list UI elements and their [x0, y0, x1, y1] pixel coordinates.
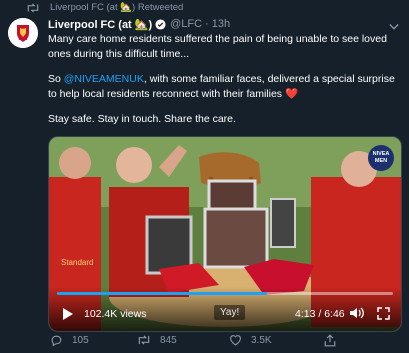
author-avatar[interactable] — [8, 18, 38, 48]
view-count: 102.4K views — [84, 308, 147, 320]
play-icon[interactable] — [62, 307, 74, 326]
badge-line-1: NIVEA — [372, 151, 390, 157]
video-timecode: 4:13 / 6:46 — [295, 308, 345, 320]
like-button[interactable]: 3.5K — [229, 334, 272, 346]
reply-icon — [51, 335, 62, 347]
reply-button[interactable]: 105 — [50, 334, 89, 347]
header-separator: · — [205, 18, 209, 30]
retweet-icon — [138, 335, 150, 345]
tweet-body: Many care home residents suffered the pa… — [48, 32, 402, 137]
like-icon — [230, 335, 241, 346]
tweet-paragraph: Stay safe. Stay in touch. Share the care… — [48, 113, 236, 125]
author-name[interactable]: Liverpool FC (at 🏡) — [48, 18, 152, 31]
mention-link[interactable]: @NIVEAMENUK — [64, 73, 144, 85]
badge-line-2: MEN — [374, 158, 388, 164]
volume-icon[interactable] — [349, 306, 365, 325]
retweet-banner-text: Liverpool FC (at 🏡) Retweeted — [50, 2, 184, 13]
retweet-icon — [26, 3, 40, 16]
tweet-timestamp[interactable]: 13h — [212, 18, 230, 30]
retweet-count: 845 — [160, 334, 177, 346]
like-count: 3.5K — [251, 334, 272, 346]
tweet-paragraph: Many care home residents suffered the pa… — [48, 33, 387, 60]
share-button[interactable] — [324, 334, 336, 347]
nivea-men-logo: NIVEA MEN — [368, 145, 394, 171]
heart-emoji: ❤️ — [284, 88, 299, 100]
fullscreen-icon[interactable] — [377, 307, 390, 325]
author-handle[interactable]: @LFC — [170, 18, 202, 30]
tweet-text-segment: So — [48, 73, 64, 85]
svg-text:Standard: Standard — [61, 258, 93, 267]
progress-bar[interactable] — [57, 292, 393, 295]
share-icon — [324, 334, 336, 347]
tweet-actions: 105 845 3.5K — [48, 334, 402, 350]
tweet-paragraph: So @NIVEAMENUK, with some familiar faces… — [48, 72, 402, 102]
verified-icon — [155, 18, 166, 30]
retweet-banner[interactable]: Liverpool FC (at 🏡) Retweeted — [0, 0, 409, 16]
video-caption: Yay! — [214, 305, 246, 320]
reply-count: 105 — [72, 335, 89, 346]
tweet-header: Liverpool FC (at 🏡) @LFC · 13h — [48, 16, 230, 32]
retweet-button[interactable]: 845 — [137, 334, 177, 346]
video-player[interactable]: Standard NIVEA MEN 102.4K views Yay! 4:1… — [48, 136, 402, 332]
progress-fill — [57, 292, 267, 295]
